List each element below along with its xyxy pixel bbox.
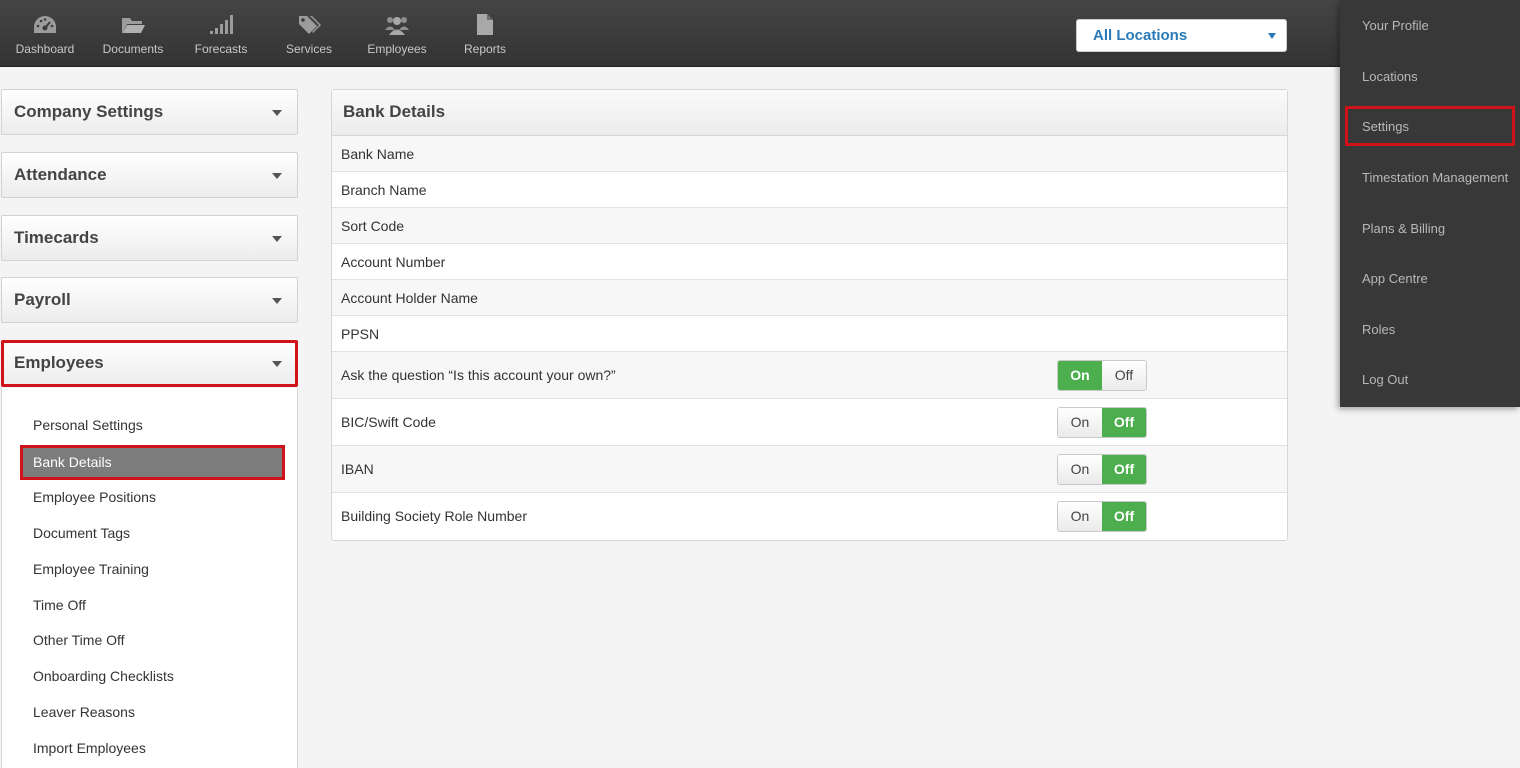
user-dropdown-menu: Your Profile Locations Settings Timestat… [1340, 0, 1520, 407]
toggle-row-building-society: Building Society Role Number On Off [332, 493, 1287, 540]
menu-locations[interactable]: Locations [1362, 69, 1418, 84]
dashboard-icon [34, 16, 56, 33]
submenu-import-employees[interactable]: Import Employees [33, 740, 146, 756]
accordion-timecards[interactable]: Timecards [1, 215, 298, 261]
switch-on[interactable]: On [1058, 502, 1102, 531]
accordion-company-settings[interactable]: Company Settings [1, 89, 298, 135]
nav-employees[interactable]: Employees [353, 0, 441, 67]
toggle-label: Ask the question “Is this account your o… [341, 367, 616, 383]
employees-submenu: Personal Settings Bank Details Employee … [1, 388, 298, 768]
field-row-account-holder-name: Account Holder Name [332, 280, 1287, 316]
toggle-row-own-account: Ask the question “Is this account your o… [332, 352, 1287, 399]
document-icon [477, 14, 493, 35]
submenu-onboarding-checklists[interactable]: Onboarding Checklists [33, 668, 174, 684]
users-icon [385, 17, 409, 35]
submenu-employee-positions[interactable]: Employee Positions [33, 489, 156, 505]
on-off-switch[interactable]: On Off [1057, 501, 1147, 532]
submenu-time-off[interactable]: Time Off [33, 597, 86, 613]
toggle-label: IBAN [341, 461, 374, 477]
submenu-leaver-reasons[interactable]: Leaver Reasons [33, 704, 135, 720]
field-label: Account Holder Name [341, 290, 478, 306]
switch-off[interactable]: Off [1102, 361, 1146, 390]
field-label: Account Number [341, 254, 446, 270]
on-off-switch[interactable]: On Off [1057, 454, 1147, 485]
switch-off[interactable]: Off [1102, 408, 1146, 437]
caret-down-icon [272, 110, 282, 116]
signal-bars-icon [210, 15, 233, 34]
toggle-label: BIC/Swift Code [341, 414, 436, 430]
menu-log-out[interactable]: Log Out [1362, 372, 1408, 387]
menu-settings[interactable]: Settings [1345, 106, 1515, 146]
nav-forecasts[interactable]: Forecasts [177, 0, 265, 67]
accordion-label: Payroll [14, 290, 71, 309]
nav-label: Forecasts [194, 42, 248, 56]
menu-plans-billing[interactable]: Plans & Billing [1362, 221, 1445, 236]
field-row-branch-name: Branch Name [332, 172, 1287, 208]
accordion-attendance[interactable]: Attendance [1, 152, 298, 198]
field-label: Sort Code [341, 218, 405, 234]
menu-app-centre[interactable]: App Centre [1362, 271, 1428, 286]
accordion-label: Employees [14, 353, 104, 372]
field-row-bank-name: Bank Name [332, 136, 1287, 172]
bank-details-panel: Bank Details Bank Name Branch Name Sort … [331, 89, 1288, 541]
field-label: PPSN [341, 326, 380, 342]
field-label: Bank Name [341, 146, 415, 162]
caret-down-icon [272, 236, 282, 242]
switch-on[interactable]: On [1058, 455, 1102, 484]
accordion-label: Timecards [14, 228, 99, 247]
caret-down-icon [272, 298, 282, 304]
caret-down-icon [272, 173, 282, 179]
location-select[interactable]: All Locations [1076, 19, 1287, 52]
accordion-label: Attendance [14, 165, 107, 184]
switch-on[interactable]: On [1058, 408, 1102, 437]
tags-icon [299, 16, 321, 34]
nav-label: Employees [367, 42, 427, 56]
submenu-other-time-off[interactable]: Other Time Off [33, 632, 125, 648]
nav-dashboard[interactable]: Dashboard [1, 0, 89, 67]
toggle-row-iban: IBAN On Off [332, 446, 1287, 493]
submenu-personal-settings[interactable]: Personal Settings [33, 417, 143, 433]
switch-on[interactable]: On [1058, 361, 1102, 390]
switch-off[interactable]: Off [1102, 455, 1146, 484]
on-off-switch[interactable]: On Off [1057, 360, 1147, 391]
on-off-switch[interactable]: On Off [1057, 407, 1147, 438]
menu-your-profile[interactable]: Your Profile [1362, 18, 1429, 33]
caret-down-icon [272, 361, 282, 367]
switch-off[interactable]: Off [1102, 502, 1146, 531]
nav-label: Services [285, 42, 332, 56]
caret-down-icon [1268, 33, 1276, 39]
toggle-label: Building Society Role Number [341, 508, 527, 524]
menu-roles[interactable]: Roles [1362, 322, 1395, 337]
nav-label: Reports [463, 42, 507, 56]
folder-icon [122, 18, 145, 33]
accordion-payroll[interactable]: Payroll [1, 277, 298, 323]
field-row-account-number: Account Number [332, 244, 1287, 280]
nav-services[interactable]: Services [265, 0, 353, 67]
field-label: Branch Name [341, 182, 427, 198]
field-row-ppsn: PPSN [332, 316, 1287, 352]
toggle-row-bic-swift: BIC/Swift Code On Off [332, 399, 1287, 446]
accordion-employees[interactable]: Employees [1, 340, 298, 387]
field-row-sort-code: Sort Code [332, 208, 1287, 244]
menu-timestation-management[interactable]: Timestation Management [1362, 170, 1508, 185]
submenu-employee-training[interactable]: Employee Training [33, 561, 149, 577]
nav-reports[interactable]: Reports [441, 0, 529, 67]
panel-title: Bank Details [332, 90, 1287, 136]
nav-documents[interactable]: Documents [89, 0, 177, 67]
location-select-value: All Locations [1093, 27, 1188, 44]
submenu-document-tags[interactable]: Document Tags [33, 525, 130, 541]
submenu-bank-details[interactable]: Bank Details [20, 445, 285, 480]
nav-label: Documents [102, 42, 164, 56]
nav-label: Dashboard [15, 42, 75, 56]
accordion-label: Company Settings [14, 102, 164, 121]
top-navigation-bar: Dashboard Documents Forecasts Services E… [0, 0, 1520, 67]
